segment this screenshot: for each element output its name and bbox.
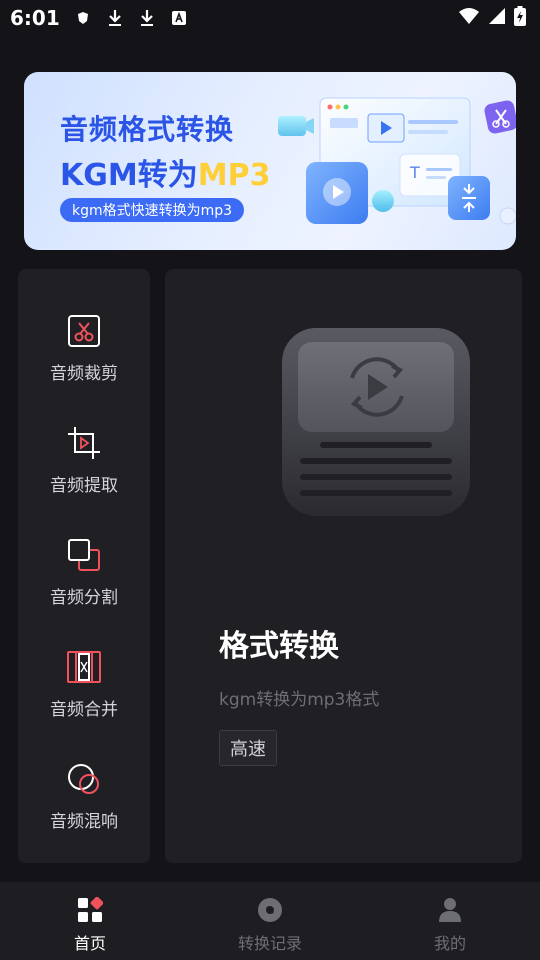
notification-icons <box>74 9 188 27</box>
card-title: 格式转换 <box>219 629 339 664</box>
tool-audio-cut[interactable]: 音频裁剪 <box>18 313 150 403</box>
tool-label: 音频裁剪 <box>50 364 118 384</box>
tool-audio-extract[interactable]: 音频提取 <box>18 425 150 515</box>
nav-label: 首页 <box>73 934 106 953</box>
font-icon <box>170 9 188 27</box>
system-icons <box>458 6 526 30</box>
tool-panel: 音频裁剪 音频提取 音频分割 音频合并 音频混响 <box>18 269 150 863</box>
reverb-icon <box>66 761 102 797</box>
tool-audio-reverb[interactable]: 音频混响 <box>18 761 150 851</box>
shield-icon <box>74 9 92 27</box>
speed-tag: 高速 <box>219 730 277 766</box>
banner-pill: kgm格式快速转换为mp3 <box>60 198 245 222</box>
format-convert-card[interactable]: 格式转换 kgm转换为mp3格式 高速 <box>165 269 522 863</box>
tool-label: 音频合并 <box>50 700 118 720</box>
nav-records[interactable]: 转换记录 <box>180 882 360 960</box>
video-convert-icon <box>282 328 470 516</box>
nav-home[interactable]: 首页 <box>0 882 180 960</box>
merge-icon <box>66 649 102 685</box>
signal-icon <box>488 7 506 29</box>
promo-banner[interactable]: 音频格式转换 KGM转为MP3 kgm格式快速转换为mp3 T <box>24 72 516 250</box>
scissors-icon <box>66 313 102 349</box>
tool-label: 音频分割 <box>50 588 118 608</box>
split-icon <box>66 537 102 573</box>
bottom-nav: 首页 转换记录 我的 <box>0 882 540 960</box>
banner-subtitle-prefix: KGM转为 <box>60 158 198 193</box>
status-time: 6:01 <box>10 6 60 30</box>
svg-text:T: T <box>409 163 420 182</box>
nav-profile[interactable]: 我的 <box>360 882 540 960</box>
download-icon <box>138 9 156 27</box>
download-icon <box>106 9 124 27</box>
tool-label: 音频混响 <box>50 812 118 832</box>
tool-audio-merge[interactable]: 音频合并 <box>18 649 150 739</box>
record-icon <box>256 896 284 924</box>
status-bar: 6:01 <box>0 0 540 36</box>
nav-label: 转换记录 <box>237 934 302 953</box>
banner-illustration: T <box>278 97 516 225</box>
tool-label: 音频提取 <box>50 476 118 496</box>
wifi-icon <box>458 7 480 29</box>
home-grid-icon <box>76 896 104 924</box>
banner-subtitle: KGM转为MP3 <box>60 150 270 194</box>
banner-title: 音频格式转换 <box>60 113 235 146</box>
user-icon <box>436 896 464 924</box>
tool-audio-split[interactable]: 音频分割 <box>18 537 150 627</box>
battery-charging-icon <box>514 6 526 30</box>
nav-label: 我的 <box>433 934 466 953</box>
card-description: kgm转换为mp3格式 <box>219 690 380 710</box>
crop-icon <box>66 425 102 461</box>
